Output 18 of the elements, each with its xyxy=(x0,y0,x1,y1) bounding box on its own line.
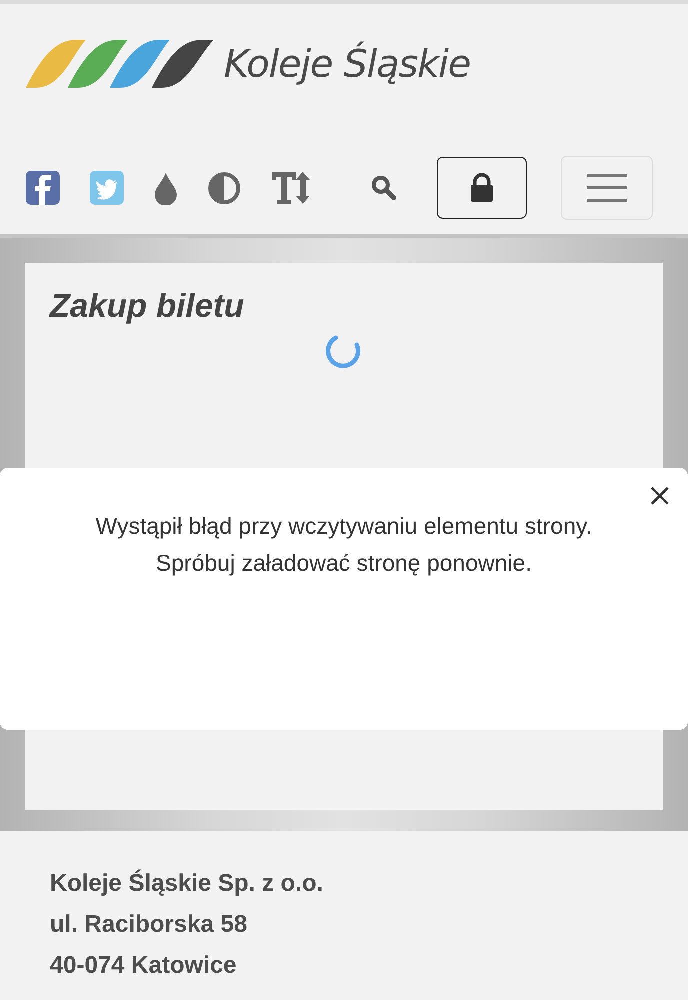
search-icon[interactable] xyxy=(371,175,397,201)
footer-address-line: Koleje Śląskie Sp. z o.o. xyxy=(50,868,324,899)
logo-stripes-icon xyxy=(26,38,216,90)
logo-text: Koleje Śląskie xyxy=(224,42,470,86)
lock-icon xyxy=(470,173,494,203)
footer-address-line: 40-074 Katowice xyxy=(50,951,238,981)
menu-button[interactable] xyxy=(561,156,653,220)
facebook-icon[interactable] xyxy=(26,171,60,205)
menu-icon xyxy=(587,173,627,203)
page-title: Zakup biletu xyxy=(50,287,246,325)
close-icon[interactable] xyxy=(650,486,670,506)
error-message: Wystąpił błąd przy wczytywaniu elementu strony. xyxy=(96,512,592,541)
error-message: Spróbuj załadować stronę ponownie. xyxy=(156,549,532,578)
contrast-icon[interactable] xyxy=(208,172,241,204)
footer-address-line: ul. Raciborska 58 xyxy=(50,910,248,940)
login-button[interactable] xyxy=(437,157,527,219)
text-size-icon[interactable] xyxy=(271,170,311,206)
drop-icon[interactable] xyxy=(154,171,178,205)
